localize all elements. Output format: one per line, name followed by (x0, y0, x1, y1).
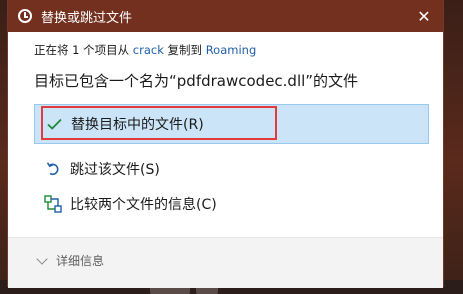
dialog-content: 正在将 1 个项目从 crack 复制到 Roaming 目标已包含一个名为“p… (8, 32, 443, 237)
annotation-highlight-box (41, 106, 277, 140)
compare-icon (44, 195, 62, 213)
close-button[interactable]: ✕ (411, 4, 437, 28)
compare-files-option[interactable]: 比较两个文件的信息(C) (34, 184, 429, 224)
clock-icon (18, 9, 32, 23)
copy-status-prefix: 正在将 1 个项目从 (34, 43, 130, 57)
destination-folder-link[interactable]: Roaming (206, 43, 257, 57)
title-bar: 替换或跳过文件 ✕ (8, 0, 443, 32)
skip-file-option[interactable]: 跳过该文件(S) (34, 149, 429, 189)
replace-or-skip-dialog: 替换或跳过文件 ✕ 正在将 1 个项目从 crack 复制到 Roaming 目… (7, 0, 444, 288)
window-title: 替换或跳过文件 (41, 10, 133, 26)
skip-arrow-icon (44, 161, 62, 177)
source-folder-link[interactable]: crack (133, 43, 164, 57)
conflict-heading: 目标已包含一个名为“pdfdrawcodec.dll”的文件 (34, 72, 359, 90)
close-icon: ✕ (417, 6, 431, 26)
skip-file-label: 跳过该文件(S) (70, 162, 160, 178)
compare-files-label: 比较两个文件的信息(C) (70, 197, 217, 213)
more-details-toggle[interactable]: 详细信息 (36, 252, 105, 269)
dialog-footer: 详细信息 (8, 237, 443, 288)
more-details-label: 详细信息 (56, 254, 105, 268)
copy-status-middle: 复制到 (167, 43, 203, 57)
chevron-down-icon (36, 252, 48, 265)
copy-status-text: 正在将 1 个项目从 crack 复制到 Roaming (34, 42, 256, 58)
